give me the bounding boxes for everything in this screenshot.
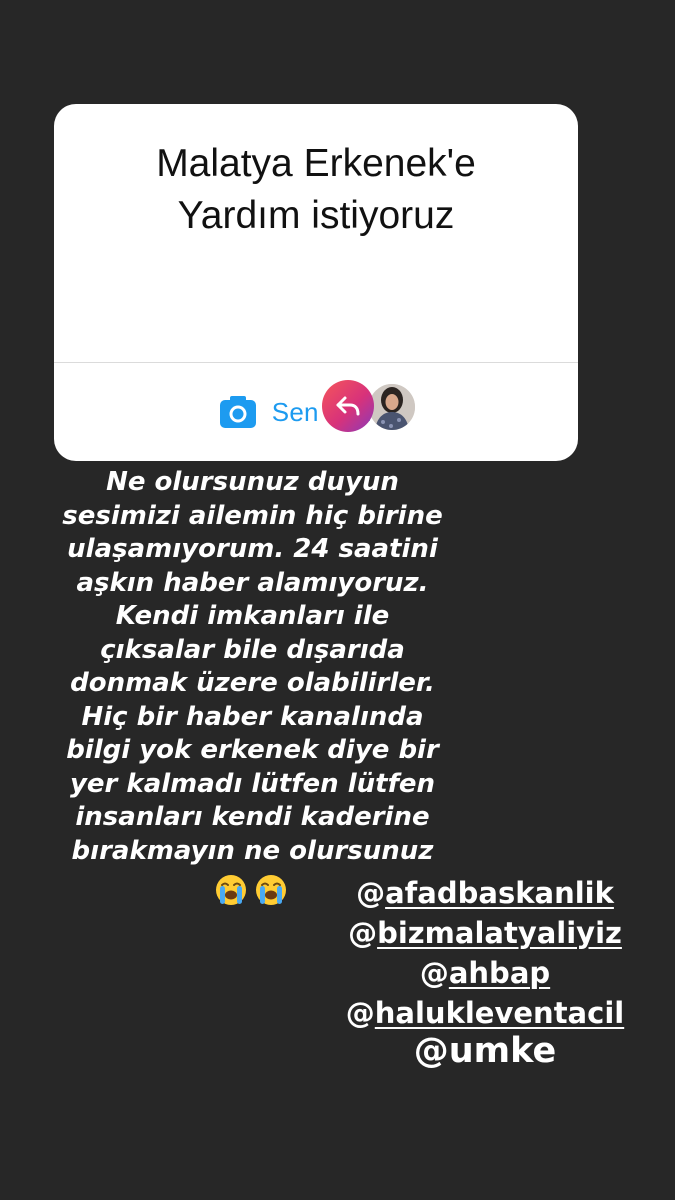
mention-at: @	[348, 916, 378, 950]
emoji-row	[216, 875, 286, 905]
question-title: Malatya Erkenek'e Yardım istiyoruz	[54, 138, 578, 242]
reply-arrow-icon[interactable]	[322, 380, 374, 432]
mention-afadbaskanlik[interactable]: @afadbaskanlik	[320, 874, 650, 912]
message-line: yer kalmadı lütfen lütfen	[69, 768, 436, 799]
message-line: Kendi imkanları ile	[115, 601, 390, 631]
message-line: sesimizi ailemin hiç birine	[62, 500, 443, 531]
loudly-crying-face-icon	[216, 875, 246, 905]
message-line: aşkın haber alamıyoruz.	[76, 567, 429, 598]
story-message-text: Ne olursunuz duyun sesimizi ailemin hiç …	[20, 466, 485, 868]
mention-umke[interactable]: @umke	[320, 1032, 650, 1070]
mention-bizmalatyaliyiz[interactable]: @bizmalatyaliyiz	[320, 914, 650, 952]
message-line: bilgi yok erkenek diye bir	[66, 735, 439, 765]
question-sticker-card[interactable]: Malatya Erkenek'e Yardım istiyoruz Sen	[54, 104, 578, 461]
message-line: ulaşamıyorum. 24 saatini	[67, 534, 438, 564]
loudly-crying-face-icon	[256, 875, 286, 905]
question-title-line-1: Malatya Erkenek'e	[156, 142, 476, 185]
camera-icon	[219, 396, 256, 428]
mention-at: @	[413, 1031, 449, 1071]
add-yours-button[interactable]: Sen de Ekle	[54, 363, 578, 461]
mention-handle: bizmalatyaliyiz	[377, 916, 622, 950]
mention-ahbap[interactable]: @ahbap	[320, 954, 650, 992]
mention-handle: afadbaskanlik	[385, 876, 614, 910]
question-title-line-2: Yardım istiyoruz	[177, 194, 455, 237]
message-line: çıksalar bile dışarıda	[100, 634, 405, 665]
message-line: insanları kendi kaderine	[75, 802, 430, 832]
mention-handle: umke	[448, 1031, 557, 1071]
message-line: Ne olursunuz duyun	[106, 467, 399, 497]
mention-at: @	[419, 956, 449, 990]
mention-handle: ahbap	[448, 956, 551, 990]
mention-at: @	[345, 996, 375, 1030]
mention-halukleventacil[interactable]: @halukleventacil	[320, 994, 650, 1032]
message-line: donmak üzere olabilirler.	[70, 668, 435, 698]
mention-handle: halukleventacil	[374, 996, 625, 1030]
message-line: bırakmayın ne olursunuz	[71, 835, 434, 866]
message-line: Hiç bir haber kanalında	[81, 701, 424, 732]
mention-at: @	[356, 876, 386, 910]
